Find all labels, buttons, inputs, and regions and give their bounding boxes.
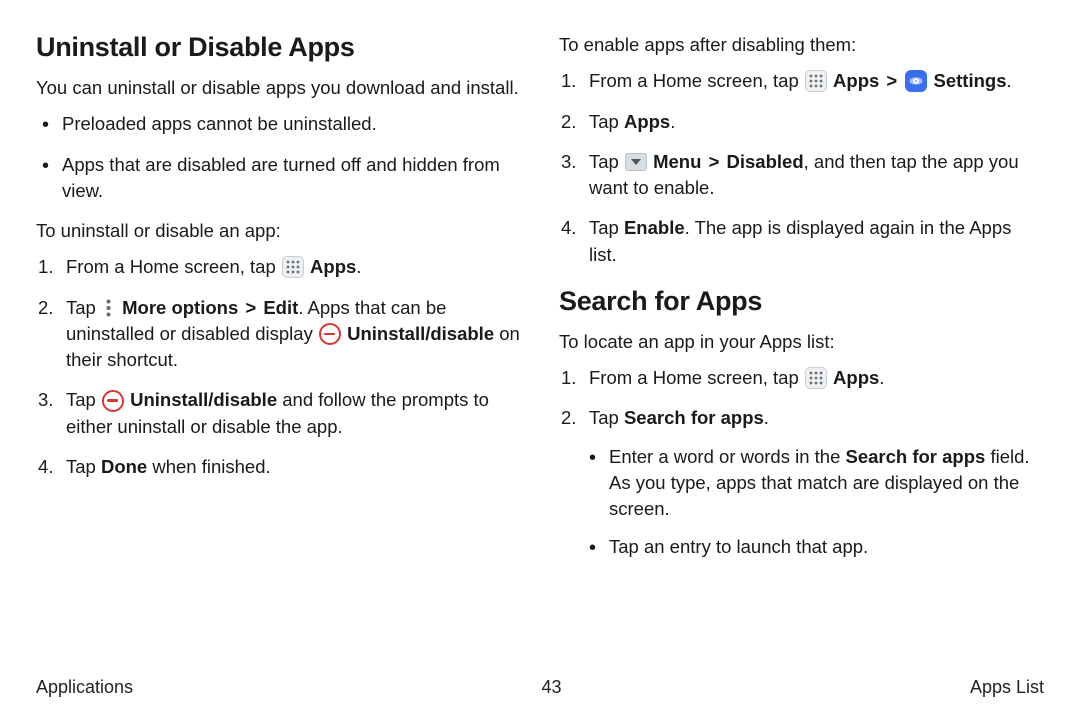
more-options-label: More options [122, 297, 238, 318]
uninstall-disable-icon [102, 390, 124, 412]
heading-search-apps: Search for Apps [559, 286, 1044, 317]
step-item: Tap Uninstall/disable and follow the pro… [66, 387, 521, 440]
step-item: Tap Menu > Disabled, and then tap the ap… [589, 149, 1044, 202]
lead-text: To uninstall or disable an app: [36, 218, 521, 244]
apps-label: Apps [310, 256, 356, 277]
dropdown-menu-icon [625, 153, 647, 171]
step-item: Tap Enable. The app is displayed again i… [589, 215, 1044, 268]
apps-icon [805, 70, 827, 92]
chevron-separator: > [886, 70, 897, 91]
step-item: From a Home screen, tap Apps. [66, 254, 521, 280]
apps-label: Apps [833, 70, 879, 91]
uninstall-steps: From a Home screen, tap Apps. Tap More o… [36, 254, 521, 480]
substep-item: Tap an entry to launch that app. [607, 534, 1044, 560]
chevron-separator: > [709, 151, 720, 172]
chevron-separator: > [245, 297, 256, 318]
notes-list: Preloaded apps cannot be uninstalled. Ap… [36, 111, 521, 204]
enable-steps: From a Home screen, tap Apps > Settings.… [559, 68, 1044, 268]
footer-section: Applications [36, 677, 133, 698]
apps-icon [282, 256, 304, 278]
right-column: To enable apps after disabling them: Fro… [559, 32, 1044, 652]
apps-icon [805, 367, 827, 389]
note-item: Apps that are disabled are turned off an… [60, 152, 521, 205]
footer-page-number: 43 [541, 677, 561, 698]
search-field-label: Search for apps [846, 446, 986, 467]
apps-label: Apps [833, 367, 879, 388]
step-item: Tap Apps. [589, 109, 1044, 135]
enable-label: Enable [624, 217, 685, 238]
settings-label: Settings [934, 70, 1007, 91]
done-label: Done [101, 456, 147, 477]
heading-uninstall-disable: Uninstall or Disable Apps [36, 32, 521, 63]
substep-item: Enter a word or words in the Search for … [607, 444, 1044, 523]
search-steps: From a Home screen, tap Apps. Tap Search… [559, 365, 1044, 561]
uninstall-disable-icon [319, 323, 341, 345]
search-substeps: Enter a word or words in the Search for … [589, 444, 1044, 561]
edit-label: Edit [263, 297, 298, 318]
more-options-icon [102, 297, 116, 319]
step-item: From a Home screen, tap Apps. [589, 365, 1044, 391]
step-item: Tap Done when finished. [66, 454, 521, 480]
left-column: Uninstall or Disable Apps You can uninst… [36, 32, 521, 652]
menu-label: Menu [653, 151, 701, 172]
page-footer: Applications 43 Apps List [36, 677, 1044, 698]
footer-topic: Apps List [970, 677, 1044, 698]
lead-text: To enable apps after disabling them: [559, 32, 1044, 58]
search-for-apps-label: Search for apps [624, 407, 764, 428]
apps-label: Apps [624, 111, 670, 132]
uninstall-disable-label: Uninstall/disable [347, 323, 494, 344]
settings-icon [905, 70, 927, 92]
step-item: Tap Search for apps. Enter a word or wor… [589, 405, 1044, 560]
step-item: Tap More options > Edit. Apps that can b… [66, 295, 521, 374]
step-item: From a Home screen, tap Apps > Settings. [589, 68, 1044, 94]
intro-text: To locate an app in your Apps list: [559, 329, 1044, 355]
note-item: Preloaded apps cannot be uninstalled. [60, 111, 521, 137]
uninstall-disable-label: Uninstall/disable [130, 389, 277, 410]
manual-page: Uninstall or Disable Apps You can uninst… [36, 32, 1044, 652]
disabled-label: Disabled [727, 151, 804, 172]
intro-text: You can uninstall or disable apps you do… [36, 75, 521, 101]
